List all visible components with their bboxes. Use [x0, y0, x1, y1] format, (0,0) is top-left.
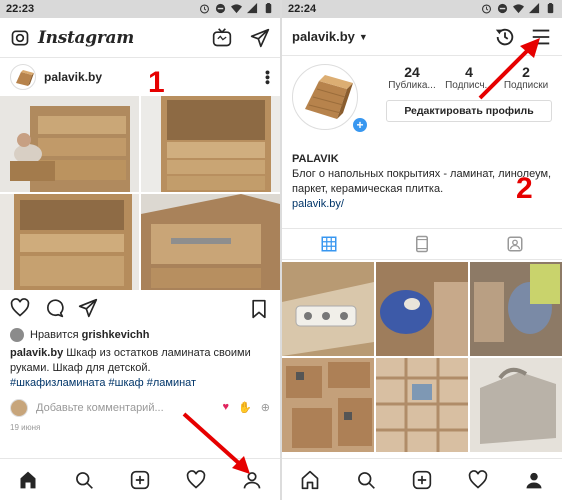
app-logo: Instagram [38, 27, 134, 48]
activity-heart-icon[interactable] [468, 469, 488, 490]
status-bar-right: 22:24 [282, 0, 562, 18]
commenter-avatar [10, 399, 28, 417]
camera-icon[interactable] [10, 28, 30, 48]
status-time-right: 22:24 [288, 3, 317, 15]
search-icon[interactable] [74, 470, 94, 490]
annotation-number-1: 1 [148, 66, 165, 99]
comment-icon[interactable] [44, 298, 64, 318]
status-icons-right [481, 3, 556, 14]
dnd-icon [215, 3, 226, 14]
app-header: Instagram [0, 18, 280, 58]
grid-post-6[interactable] [470, 358, 562, 452]
status-bar: 22:23 [0, 0, 280, 18]
signal-icon [247, 3, 258, 14]
caption-username[interactable]: palavik.by [10, 347, 63, 359]
post-caption: palavik.by Шкаф из остатков ламината сво… [0, 344, 280, 376]
search-icon[interactable] [356, 470, 376, 490]
status-time: 22:23 [6, 3, 35, 15]
grid-post-1[interactable] [282, 262, 374, 356]
bio-link[interactable]: palavik.by/ [292, 197, 552, 212]
grid-post-3[interactable] [470, 262, 562, 356]
post-hashtags[interactable]: #шкафизламината #шкаф #ламинат [0, 376, 280, 391]
profile-handle[interactable]: palavik.by [292, 29, 355, 44]
liked-by-prefix: Нравится [30, 329, 79, 341]
likes-row[interactable]: Нравится grishkevichh [0, 326, 280, 344]
more-options-icon[interactable]: ••• [260, 70, 276, 85]
signal-icon [529, 3, 540, 14]
share-icon[interactable] [78, 298, 98, 318]
post-username[interactable]: palavik.by [44, 70, 102, 84]
photo-tile-1 [0, 96, 139, 192]
like-heart-icon[interactable] [10, 298, 30, 318]
battery-icon [547, 3, 554, 14]
status-icons [199, 3, 274, 14]
annotation-arrow-1 [182, 412, 250, 474]
stat-posts[interactable]: 24 Публика... [386, 64, 438, 91]
wifi-icon [513, 4, 524, 14]
chevron-down-icon[interactable]: ▼ [359, 32, 368, 42]
alarm-icon [482, 4, 491, 14]
bottom-nav-right [282, 458, 562, 500]
stat-posts-label: Публика... [388, 80, 436, 91]
add-post-icon[interactable] [130, 470, 150, 490]
liked-by-user[interactable]: grishkevichh [82, 329, 150, 341]
dnd-icon [497, 3, 508, 14]
grid-post-4[interactable] [282, 358, 374, 452]
grid-post-5[interactable] [376, 358, 468, 452]
annotation-arrow-2 [478, 38, 540, 100]
tagged-tab-icon[interactable] [506, 235, 524, 253]
direct-message-icon[interactable] [250, 28, 270, 48]
profile-icon[interactable] [524, 470, 544, 490]
igtv-tab-icon[interactable] [413, 235, 431, 253]
add-post-icon[interactable] [412, 470, 432, 490]
post-photo[interactable] [0, 96, 280, 290]
alarm-icon [200, 4, 209, 14]
wifi-icon [231, 4, 242, 14]
profile-posts-grid [282, 262, 562, 452]
bookmark-icon[interactable] [250, 299, 268, 319]
igtv-icon[interactable] [212, 28, 232, 48]
post-avatar[interactable] [10, 64, 36, 90]
comment-input[interactable]: Добавьте комментарий... [36, 402, 164, 414]
battery-icon [265, 3, 272, 14]
post-actions [0, 290, 280, 326]
home-icon[interactable] [18, 470, 38, 490]
bio-text: Блог о напольных покрытиях - ламинат, ли… [292, 168, 552, 195]
annotation-number-2: 2 [516, 172, 533, 205]
photo-tile-3 [0, 194, 139, 290]
bio-name: PALAVIK [292, 153, 339, 165]
home-icon[interactable] [300, 470, 320, 490]
profile-avatar[interactable] [292, 64, 358, 130]
profile-tabs [282, 228, 562, 260]
left-screen: 22:23 Instagram palavik.by ••• Нравится … [0, 0, 280, 500]
photo-tile-4 [141, 194, 280, 290]
add-story-plus-icon[interactable]: + [351, 116, 369, 134]
grid-post-2[interactable] [376, 262, 468, 356]
right-screen: 22:24 palavik.by ▼ + 24 Публика... 4 Под… [282, 0, 562, 500]
photo-tile-2 [141, 96, 280, 192]
grid-tab-icon[interactable] [320, 235, 338, 253]
liker-avatar [10, 328, 24, 342]
stat-posts-count: 24 [404, 64, 420, 80]
add-emoji-icon[interactable]: ⊕ [261, 401, 270, 414]
post-header: palavik.by ••• [0, 58, 280, 96]
